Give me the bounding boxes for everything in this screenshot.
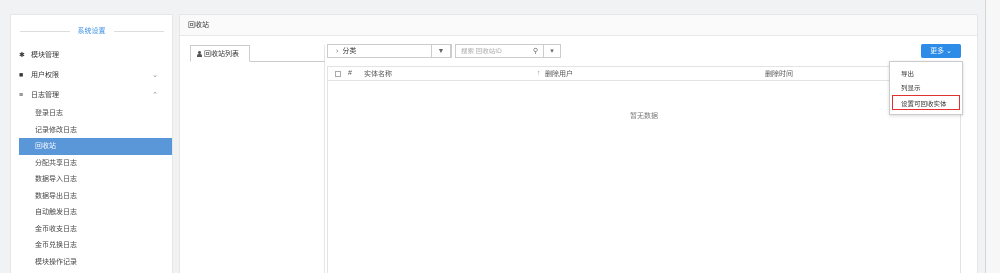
sidebar-item-module-ops-log[interactable]: 模块操作记录	[11, 254, 172, 271]
sort-asc-icon[interactable]: ↑	[537, 70, 541, 77]
chevron-up-icon: ⌃	[152, 92, 158, 99]
sidebar-group-label: 用户权限	[31, 72, 59, 79]
sidebar-item-import-log[interactable]: 数据导入日志	[11, 171, 172, 188]
category-filter-label: 分类	[342, 48, 357, 55]
sidebar-item-edit-log[interactable]: 记录修改日志	[11, 122, 172, 139]
filter-icon[interactable]: ▼	[431, 44, 451, 58]
gear-icon: ✱	[19, 52, 25, 59]
divider	[113, 30, 164, 32]
sidebar-item-coin-log[interactable]: 金币收支日志	[11, 221, 172, 238]
sidebar-item-login-log[interactable]: 登录日志	[11, 105, 172, 122]
sidebar-item-export-log[interactable]: 数据导出日志	[11, 188, 172, 205]
data-table: # 实体名称 ↑ 删除用户 删除时间 暂无数据	[327, 66, 961, 273]
menu-item-recyclable-entities[interactable]: 设置可回收实体	[892, 95, 960, 110]
menu-item-export[interactable]: 导出	[901, 68, 914, 78]
scrollbar-track[interactable]	[986, 0, 1000, 273]
lock-icon: ■	[19, 71, 24, 79]
list-icon: ≡	[19, 91, 24, 99]
sidebar-title: 系统设置	[11, 25, 172, 37]
sidebar-item-share-log[interactable]: 分配共享日志	[11, 155, 172, 172]
more-button[interactable]: 更多 ⌄	[921, 44, 961, 58]
sidebar-group-logs[interactable]: ≡ 日志管理 ⌃	[11, 85, 172, 105]
sidebar: 系统设置 ✱ 模块管理 ■ 用户权限 ⌄ ≡ 日志管理 ⌃ 登录日志 记录修改日…	[10, 14, 173, 273]
menu-item-columns[interactable]: 列显示	[901, 82, 921, 92]
table-header: # 实体名称 ↑ 删除用户 删除时间	[328, 67, 960, 81]
chevron-down-icon: ⌄	[944, 48, 952, 55]
chevron-down-icon: ⌄	[152, 72, 158, 79]
search-icon[interactable]: ⚲	[533, 47, 538, 55]
column-header-time[interactable]: 删除时间	[765, 69, 793, 79]
column-header-user[interactable]: 删除用户	[545, 69, 573, 79]
divider	[19, 30, 70, 32]
sidebar-menu: ✱ 模块管理 ■ 用户权限 ⌄ ≡ 日志管理 ⌃ 登录日志 记录修改日志 回收站…	[11, 45, 172, 270]
more-dropdown-menu: 导出 列显示 设置可回收实体	[889, 61, 963, 115]
sidebar-group-modules[interactable]: ✱ 模块管理	[11, 45, 172, 65]
sidebar-title-text: 系统设置	[77, 28, 106, 35]
search-box: ⚲ ▾	[455, 44, 561, 58]
category-filter[interactable]: › 分类 ▼	[327, 44, 452, 58]
sidebar-group-label: 模块管理	[31, 52, 59, 59]
more-button-label: 更多	[930, 48, 945, 55]
column-header-entity[interactable]: 实体名称	[364, 69, 392, 79]
empty-state: 暂无数据	[630, 113, 658, 120]
sidebar-group-label: 日志管理	[31, 92, 59, 99]
sidebar-item-recycle-bin[interactable]: 回收站	[19, 138, 172, 155]
sidebar-group-permissions[interactable]: ■ 用户权限 ⌄	[11, 65, 172, 85]
column-header-index: #	[348, 70, 352, 77]
sidebar-item-coin-exchange-log[interactable]: 金币兑换日志	[11, 237, 172, 254]
sidebar-item-trigger-log[interactable]: 自动触发日志	[11, 204, 172, 221]
chevron-right-icon: ›	[336, 47, 339, 55]
search-options-dropdown[interactable]: ▾	[543, 44, 561, 58]
search-input[interactable]	[461, 47, 541, 55]
main-content: › 分类 ▼ ⚲ ▾ 更多 ⌄ # 实体名称 ↑ 删除用户 删除时间 暂无数据	[179, 14, 978, 273]
select-all-checkbox[interactable]	[335, 71, 341, 77]
